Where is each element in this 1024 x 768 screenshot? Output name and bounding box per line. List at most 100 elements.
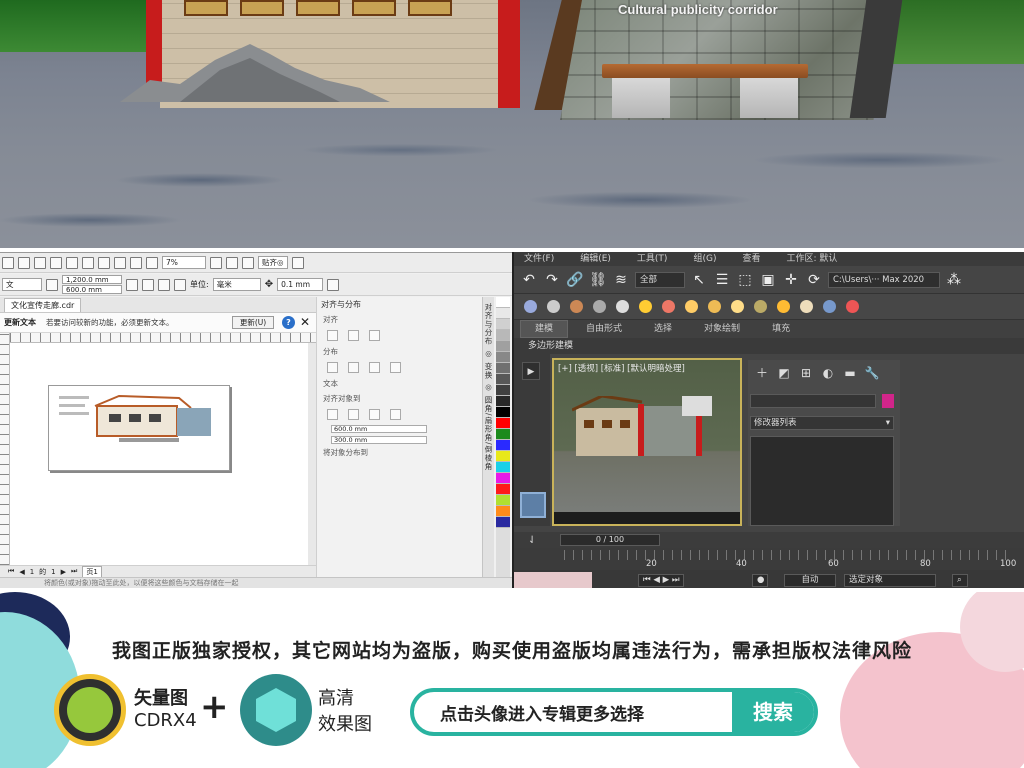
tab-object-paint[interactable]: 对象绘制	[690, 321, 754, 337]
utilities-tab-icon[interactable]: 🔧	[862, 364, 882, 382]
active-object-icon[interactable]	[327, 409, 338, 420]
anim-playback-controls[interactable]: ⏮ ◀ ▶ ⏭	[638, 574, 685, 587]
menu-group[interactable]: 组(G)	[693, 252, 716, 266]
docker-side-tabs[interactable]: 对齐与分布 ◎ 变换 ◎ 圆角/扇形角/倒棱角	[482, 297, 494, 577]
palette-swatch[interactable]	[496, 385, 510, 396]
modify-tab-icon[interactable]: ◩	[774, 364, 794, 382]
palette-swatch[interactable]	[496, 319, 510, 330]
cone-icon[interactable]	[754, 300, 767, 313]
palette-swatch[interactable]	[496, 418, 510, 429]
teapot2-icon[interactable]	[823, 300, 836, 313]
menu-file[interactable]: 文件(F)	[524, 252, 554, 266]
modifier-list-dropdown[interactable]: 修改器列表 ▾	[750, 416, 894, 430]
first-page-icon[interactable]: ⏮	[8, 567, 14, 576]
motion-tab-icon[interactable]: ◐	[818, 364, 838, 382]
sun-icon[interactable]	[731, 300, 744, 313]
render-setup-icon[interactable]	[570, 300, 583, 313]
auto-key-button[interactable]: 自动	[784, 574, 836, 587]
palette-swatch[interactable]	[496, 396, 510, 407]
save-icon[interactable]	[18, 256, 30, 269]
close-icon[interactable]: ✕	[300, 315, 310, 329]
fullscreen-icon[interactable]	[210, 256, 222, 269]
zoom-select[interactable]: 7%	[162, 256, 206, 269]
snap-select[interactable]: 贴齐◎	[258, 256, 288, 269]
next-page-icon[interactable]: ▶	[61, 568, 66, 576]
object-name-field[interactable]	[750, 394, 876, 408]
palette-swatch[interactable]	[496, 440, 510, 451]
ribbon-subpanel[interactable]: 多边形建模	[514, 338, 1024, 354]
distribute-center-icon[interactable]	[348, 362, 359, 373]
select-by-name-icon[interactable]: ☰	[713, 271, 731, 289]
drawing-canvas[interactable]	[10, 343, 308, 565]
align-left-icon[interactable]	[327, 330, 338, 341]
undo-icon[interactable]: ↶	[520, 271, 538, 289]
zoom-icon[interactable]: ⌕	[952, 574, 968, 587]
timeline-toggle-icon[interactable]: ⇃	[514, 535, 536, 546]
cloud-icon[interactable]	[547, 300, 560, 313]
palette-swatch[interactable]	[496, 462, 510, 473]
new-doc-icon[interactable]	[2, 256, 14, 269]
options-gear-icon[interactable]	[291, 256, 304, 269]
vertical-scrollbar[interactable]	[308, 343, 316, 565]
viewport-label[interactable]: [+] [透视] [标准] [默认明暗处理]	[558, 362, 685, 374]
rulers-icon[interactable]	[226, 256, 238, 269]
help-icon[interactable]: ?	[282, 316, 295, 329]
page-width-input[interactable]: 1,200.0 mm	[62, 275, 122, 284]
palette-swatch[interactable]	[496, 341, 510, 352]
pill-icon[interactable]	[800, 300, 813, 313]
undo-icon[interactable]	[98, 256, 110, 269]
page-height-input[interactable]: 600.0 mm	[62, 285, 122, 294]
grid-icon[interactable]	[242, 256, 254, 269]
page-size-select[interactable]: 文	[2, 278, 42, 291]
palette-swatch[interactable]	[496, 374, 510, 385]
copy-icon[interactable]	[66, 256, 78, 269]
palette-swatch[interactable]	[496, 352, 510, 363]
import-icon[interactable]	[130, 256, 142, 269]
search-button[interactable]: 搜索	[732, 692, 814, 732]
material-icon[interactable]	[662, 300, 675, 313]
tab-populate[interactable]: 填充	[758, 321, 804, 337]
palette-swatch[interactable]	[496, 330, 510, 341]
object-color-swatch[interactable]	[882, 394, 894, 408]
maxscript-listener[interactable]	[514, 572, 592, 588]
create-tab-icon[interactable]: ＋	[752, 364, 772, 382]
palette-swatch[interactable]	[496, 473, 510, 484]
current-page-icon[interactable]	[174, 278, 186, 291]
palette-swatch[interactable]	[496, 484, 510, 495]
window-crossing-icon[interactable]: ▣	[759, 271, 777, 289]
menu-tools[interactable]: 工具(T)	[637, 252, 668, 266]
units-select[interactable]: 毫米	[212, 278, 261, 291]
print-icon[interactable]	[34, 256, 46, 269]
cut-icon[interactable]	[50, 256, 62, 269]
teapot-icon[interactable]	[524, 300, 537, 313]
rotate-icon[interactable]: ⟳	[805, 271, 823, 289]
magnet-icon[interactable]	[846, 300, 859, 313]
track-bar[interactable]: 20 40 60 80 100	[514, 548, 1024, 570]
rendered-frame-icon[interactable]	[593, 300, 606, 313]
align-y-input[interactable]: 300.0 mm	[331, 436, 427, 444]
perspective-viewport[interactable]: [+] [透视] [标准] [默认明暗处理]	[552, 358, 742, 526]
palette-swatch[interactable]	[496, 308, 510, 319]
project-path[interactable]: C:\Users\··· Max 2020	[828, 271, 940, 288]
portrait-icon[interactable]	[126, 278, 138, 291]
distribute-right-icon[interactable]	[369, 362, 380, 373]
unlink-icon[interactable]: ⛓	[589, 271, 607, 289]
star-icon[interactable]	[777, 300, 790, 313]
hierarchy-tab-icon[interactable]: ⊞	[796, 364, 816, 382]
select-object-icon[interactable]: ↖	[690, 271, 708, 289]
landscape-icon[interactable]	[142, 278, 154, 291]
palette-swatch[interactable]	[496, 429, 510, 440]
palette-swatch[interactable]	[496, 297, 510, 308]
export-icon[interactable]	[146, 256, 158, 269]
selection-edge-icon[interactable]	[348, 409, 359, 420]
palette-swatch[interactable]	[496, 363, 510, 374]
rect-selection-icon[interactable]: ⬚	[736, 271, 754, 289]
duplicate-distance-icon[interactable]	[327, 278, 340, 291]
update-button[interactable]: 更新(U)	[232, 316, 274, 329]
link-icon[interactable]: 🔗	[566, 271, 584, 289]
palette-swatch[interactable]	[496, 517, 510, 528]
palette-swatch[interactable]	[496, 506, 510, 517]
workspace-label[interactable]: 工作区: 默认	[786, 252, 837, 266]
tab-document[interactable]: 文化宣传走廊.cdr	[4, 297, 82, 312]
last-page-icon[interactable]: ⏭	[71, 567, 77, 576]
